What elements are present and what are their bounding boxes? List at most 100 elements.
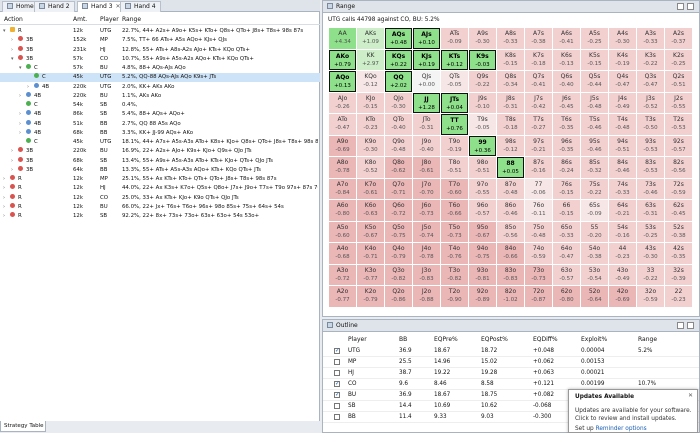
range-cell[interactable]: AQs +0.48: [385, 28, 412, 49]
range-cell[interactable]: T6o -0.66: [441, 200, 468, 221]
col-range[interactable]: Range: [122, 16, 141, 23]
range-cell[interactable]: 83o -0.83: [497, 264, 524, 286]
range-cell[interactable]: T2o -0.90: [441, 286, 468, 307]
range-cell[interactable]: 43s -0.30: [637, 243, 664, 264]
range-cell[interactable]: KQs +0.22: [385, 49, 412, 71]
range-cell[interactable]: A3s -0.33: [637, 28, 664, 49]
range-cell[interactable]: Q8o -0.62: [385, 157, 412, 178]
range-cell[interactable]: AJo -0.26: [329, 92, 356, 114]
tree-row[interactable]: › R 12k CO 25.0%, 33+ Ax KTs+ KJo+ K9o QTs+ …: [0, 193, 320, 203]
range-cell[interactable]: 84s -0.46: [609, 157, 636, 178]
range-cell[interactable]: J9s -0.10: [469, 92, 496, 114]
updates-notification[interactable]: Updates Available ✕ Updates are availabl…: [568, 389, 698, 433]
tree-row[interactable]: › 3B 64k BB 13.3%, 55+ ATs+ A5s-A3s AQo+ KTs…: [0, 165, 320, 175]
range-cell[interactable]: 32o -0.59: [637, 286, 664, 307]
expand-toggle-icon[interactable]: ›: [3, 194, 5, 203]
range-cell[interactable]: A7o -0.84: [329, 178, 356, 200]
player-checkbox[interactable]: [334, 359, 340, 365]
range-cell[interactable]: 64o -0.47: [553, 243, 580, 264]
range-cell[interactable]: QTs -0.05: [441, 71, 468, 92]
range-cell[interactable]: Q4s -0.47: [609, 71, 636, 92]
range-cell[interactable]: Q7s -0.41: [525, 71, 552, 92]
tree-row[interactable]: › R 12k SB 92.2%, 22+ 8x+ 73s+ 73o+ 63s+ 63o…: [0, 212, 320, 221]
tree-row[interactable]: ▾ R 12k UTG 22.7%, 44+ A2s+ A9o+ K5s+ KTo+ Q…: [0, 27, 320, 36]
range-cell[interactable]: T2s -0.53: [665, 114, 692, 135]
range-cell[interactable]: A4o -0.68: [329, 243, 356, 264]
range-cell[interactable]: T4s -0.48: [609, 114, 636, 135]
range-cell[interactable]: AKo +0.79: [329, 49, 356, 71]
expand-toggle-icon[interactable]: ▾: [19, 64, 22, 73]
range-cell[interactable]: T3s -0.50: [637, 114, 664, 135]
reminder-options-link[interactable]: Reminder options: [596, 426, 647, 432]
range-cell[interactable]: 43o -0.49: [609, 264, 636, 286]
minimize-icon[interactable]: [677, 3, 684, 10]
range-cell[interactable]: K9o -0.30: [357, 135, 384, 157]
expand-toggle-icon[interactable]: ›: [3, 203, 5, 212]
range-cell[interactable]: 53s -0.25: [637, 221, 664, 243]
range-cell[interactable]: KJo -0.15: [357, 92, 384, 114]
tree-row[interactable]: › 3B 231k HJ 12.8%, 55+ ATs+ A8s-A2s AJo+ KT…: [0, 45, 320, 55]
range-cell[interactable]: 95o -0.67: [469, 221, 496, 243]
range-cell[interactable]: T7o -0.60: [441, 178, 468, 200]
range-cell[interactable]: J4o -0.78: [413, 243, 440, 264]
player-checkbox[interactable]: ✓: [334, 392, 340, 398]
expand-toggle-icon[interactable]: ›: [11, 36, 13, 45]
range-cell[interactable]: JJ +1.28: [413, 92, 440, 114]
range-cell[interactable]: J5o -0.74: [413, 221, 440, 243]
col-amt[interactable]: Amt.: [73, 16, 87, 23]
range-cell[interactable]: 74s -0.33: [609, 178, 636, 200]
range-cell[interactable]: 82s -0.56: [665, 157, 692, 178]
range-cell[interactable]: Q6o -0.72: [385, 200, 412, 221]
expand-toggle-icon[interactable]: ›: [19, 110, 21, 119]
range-cell[interactable]: KJs +0.19: [413, 49, 440, 71]
range-cell[interactable]: 42o -0.69: [609, 286, 636, 307]
range-cell[interactable]: AQo +0.13: [329, 71, 356, 92]
range-cell[interactable]: Q9s -0.22: [469, 71, 496, 92]
range-cell[interactable]: 85o -0.56: [497, 221, 524, 243]
range-cell[interactable]: 44 -0.23: [609, 243, 636, 264]
player-checkbox[interactable]: ✓: [334, 348, 340, 354]
range-cell[interactable]: A8s -0.33: [497, 28, 524, 49]
range-cell[interactable]: 33 -0.22: [637, 264, 664, 286]
range-cell[interactable]: 54o -0.38: [581, 243, 608, 264]
player-checkbox[interactable]: [334, 370, 340, 376]
range-cell[interactable]: QTo -0.40: [385, 114, 412, 135]
range-cell[interactable]: K3o -0.77: [357, 264, 384, 286]
range-cell[interactable]: 72o -0.87: [525, 286, 552, 307]
range-cell[interactable]: 75o -0.48: [525, 221, 552, 243]
expand-toggle-icon[interactable]: ›: [19, 120, 21, 129]
minimize-icon[interactable]: [677, 322, 684, 329]
outline-row[interactable]: HJ 38.7 19.22 19.28 +0.063 0.00021: [323, 368, 699, 379]
range-cell[interactable]: A6s -0.41: [553, 28, 580, 49]
range-cell[interactable]: J7s -0.42: [525, 92, 552, 114]
tree-row[interactable]: › 4B 220k UTG 2.0%, KK+ AKs AKo: [0, 82, 320, 92]
expand-toggle-icon[interactable]: ›: [11, 147, 13, 156]
range-cell[interactable]: 53o -0.54: [581, 264, 608, 286]
range-cell[interactable]: K5o -0.67: [357, 221, 384, 243]
range-cell[interactable]: AKs +1.09: [357, 28, 384, 49]
range-cell[interactable]: 87o -0.48: [497, 178, 524, 200]
tree-row[interactable]: C 45k UTG 5.2%, QQ-88 AQs-AJs AQo K9s+ JTs: [0, 73, 320, 83]
range-cell[interactable]: J2s -0.55: [665, 92, 692, 114]
range-cell[interactable]: K2o -0.79: [357, 286, 384, 307]
tree-row[interactable]: › R 12k BU 66.0%, 22+ Jx+ T6s+ T6o+ 96s+ 98o…: [0, 202, 320, 212]
range-cell[interactable]: 42s -0.35: [665, 243, 692, 264]
range-cell[interactable]: K4o -0.71: [357, 243, 384, 264]
range-cell[interactable]: A8o -0.78: [329, 157, 356, 178]
range-cell[interactable]: 86o -0.46: [497, 200, 524, 221]
tree-row[interactable]: ▾ 3B 57k CO 10.7%, 55+ A9s+ A5s-A2s AQo+ KTs…: [0, 54, 320, 64]
range-cell[interactable]: T6s -0.35: [553, 114, 580, 135]
range-cell[interactable]: Q2s -0.51: [665, 71, 692, 92]
expand-toggle-icon[interactable]: ›: [19, 129, 21, 138]
range-cell[interactable]: 65o -0.33: [553, 221, 580, 243]
close-icon[interactable]: ✕: [688, 393, 693, 399]
range-cell[interactable]: T7s -0.27: [525, 114, 552, 135]
outline-row[interactable]: ✓ UTG 36.9 18.67 18.72 +0.048 0.00004 5.2%: [323, 346, 699, 357]
range-cell[interactable]: 85s -0.32: [581, 157, 608, 178]
range-cell[interactable]: Q2o -0.86: [385, 286, 412, 307]
range-cell[interactable]: K2s -0.25: [665, 49, 692, 71]
range-cell[interactable]: A4s -0.30: [609, 28, 636, 49]
range-cell[interactable]: 64s -0.21: [609, 200, 636, 221]
range-cell[interactable]: 74o -0.59: [525, 243, 552, 264]
tab-hand-3[interactable]: Hand 3 ✕: [77, 1, 126, 12]
